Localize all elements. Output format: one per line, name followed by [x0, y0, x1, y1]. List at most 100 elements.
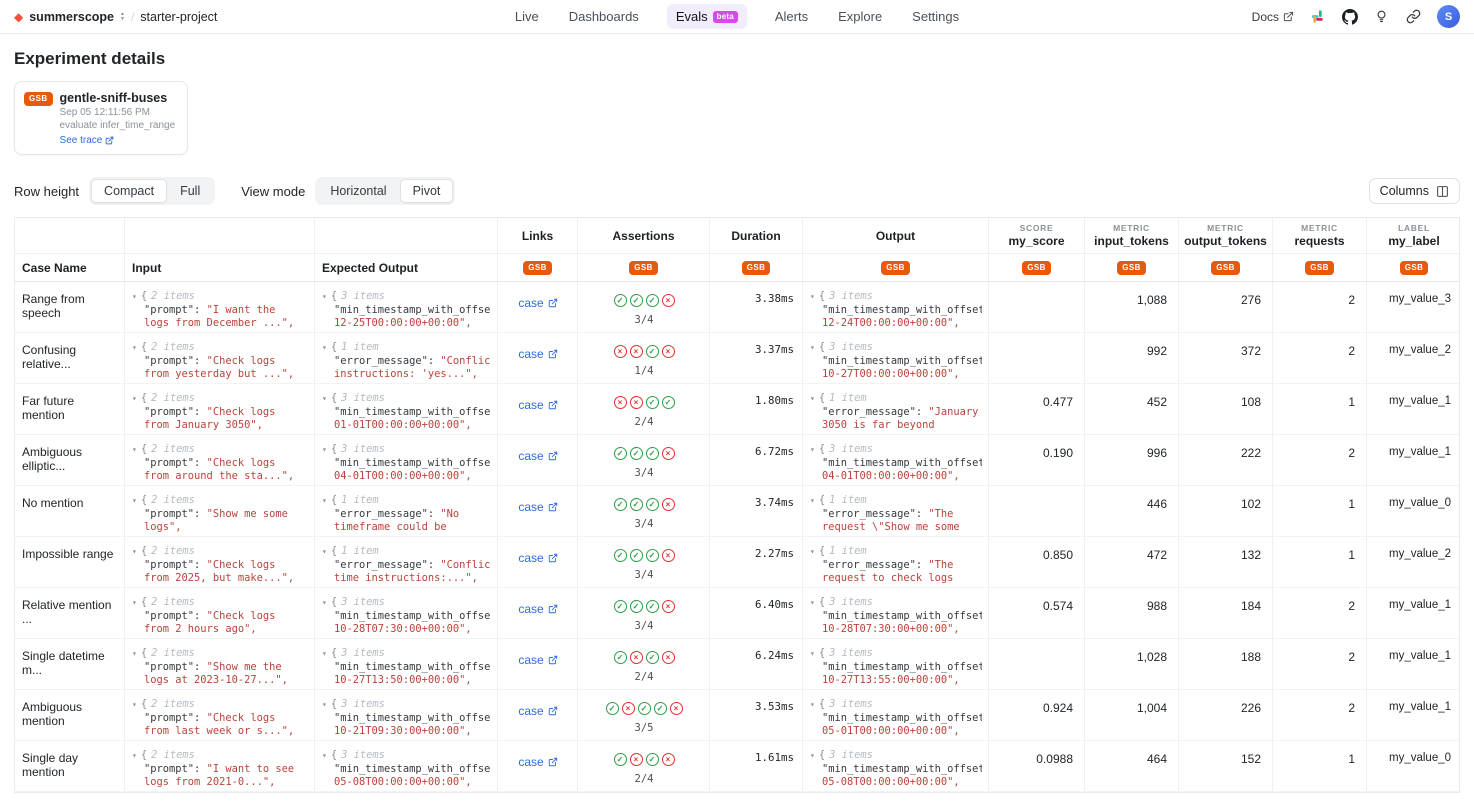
- expand-expected-icon[interactable]: ▾: [322, 752, 327, 760]
- case-link[interactable]: case: [518, 602, 557, 616]
- table-row[interactable]: Far future mention ▾ { 2 items "prompt":…: [15, 384, 1459, 435]
- nav-live[interactable]: Live: [513, 4, 541, 29]
- avatar[interactable]: S: [1437, 5, 1460, 28]
- json-value: logs from 2021-0...",: [144, 776, 275, 788]
- case-link[interactable]: case: [518, 755, 557, 769]
- expand-expected-icon[interactable]: ▾: [322, 395, 327, 403]
- link-icon[interactable]: [1405, 8, 1422, 25]
- json-key: "error_message":: [334, 559, 434, 571]
- gsb-badge[interactable]: GSB: [1400, 261, 1429, 275]
- json-value: from 2 hours ago",: [144, 623, 257, 635]
- output-tokens-cell: 188: [1179, 639, 1273, 689]
- table-row[interactable]: Relative mention ... ▾ { 2 items "prompt…: [15, 588, 1459, 639]
- gsb-badge[interactable]: GSB: [1211, 261, 1240, 275]
- nav-alerts[interactable]: Alerts: [773, 4, 810, 29]
- gsb-badge[interactable]: GSB: [742, 261, 771, 275]
- expand-input-icon[interactable]: ▾: [132, 752, 137, 760]
- view-mode-pivot-button[interactable]: Pivot: [400, 179, 454, 203]
- expand-input-icon[interactable]: ▾: [132, 446, 137, 454]
- see-trace-link[interactable]: See trace: [60, 135, 176, 146]
- requests-cell: 2: [1273, 690, 1367, 740]
- expand-expected-icon[interactable]: ▾: [322, 293, 327, 301]
- expand-expected-icon[interactable]: ▾: [322, 344, 327, 352]
- assertions-cell: ✓×✓✓× 3/5: [578, 690, 710, 740]
- nav-evals[interactable]: Evals beta: [667, 4, 747, 29]
- table-row[interactable]: Impossible range ▾ { 2 items "prompt": "…: [15, 537, 1459, 588]
- table-row[interactable]: Single day mention ▾ { 2 items "prompt":…: [15, 741, 1459, 792]
- gsb-badge[interactable]: GSB: [881, 261, 910, 275]
- expand-output-icon[interactable]: ▾: [810, 701, 815, 709]
- case-link[interactable]: case: [518, 398, 557, 412]
- expected-output-cell: ▾ { 3 items "min_timestamp_with_offset":…: [315, 639, 498, 689]
- expand-input-icon[interactable]: ▾: [132, 599, 137, 607]
- expand-input-icon[interactable]: ▾: [132, 650, 137, 658]
- columns-button-label: Columns: [1380, 184, 1429, 198]
- columns-button[interactable]: Columns: [1369, 178, 1460, 204]
- case-link[interactable]: case: [518, 500, 557, 514]
- gsb-badge[interactable]: GSB: [1305, 261, 1334, 275]
- lightbulb-icon[interactable]: [1373, 8, 1390, 25]
- expand-output-icon[interactable]: ▾: [810, 344, 815, 352]
- score-cell: 0.477: [989, 384, 1085, 434]
- expand-expected-icon[interactable]: ▾: [322, 497, 327, 505]
- json-key: "min_timestamp_with_offset":: [334, 406, 491, 418]
- expand-expected-icon[interactable]: ▾: [322, 599, 327, 607]
- row-height-segment: Compact Full: [89, 177, 215, 205]
- row-height-full-button[interactable]: Full: [167, 179, 213, 203]
- nav-dashboards[interactable]: Dashboards: [567, 4, 641, 29]
- expand-output-icon[interactable]: ▾: [810, 395, 815, 403]
- expand-expected-icon[interactable]: ▾: [322, 446, 327, 454]
- expand-output-icon[interactable]: ▾: [810, 497, 815, 505]
- expand-input-icon[interactable]: ▾: [132, 293, 137, 301]
- gsb-badge[interactable]: GSB: [523, 261, 552, 275]
- expand-output-icon[interactable]: ▾: [810, 548, 815, 556]
- expand-input-icon[interactable]: ▾: [132, 548, 137, 556]
- github-icon[interactable]: [1341, 8, 1358, 25]
- expand-input-icon[interactable]: ▾: [132, 395, 137, 403]
- expand-expected-icon[interactable]: ▾: [322, 548, 327, 556]
- table-row[interactable]: Ambiguous mention ▾ { 2 items "prompt": …: [15, 690, 1459, 741]
- table-row[interactable]: Ambiguous elliptic... ▾ { 2 items "promp…: [15, 435, 1459, 486]
- case-link[interactable]: case: [518, 704, 557, 718]
- nav-settings[interactable]: Settings: [910, 4, 961, 29]
- table-row[interactable]: Single datetime m... ▾ { 2 items "prompt…: [15, 639, 1459, 690]
- table-row[interactable]: No mention ▾ { 2 items "prompt": "Show m…: [15, 486, 1459, 537]
- table-row[interactable]: Confusing relative... ▾ { 2 items "promp…: [15, 333, 1459, 384]
- links-cell: case: [498, 384, 578, 434]
- expand-expected-icon[interactable]: ▾: [322, 701, 327, 709]
- org-name[interactable]: summerscope: [29, 10, 114, 24]
- experiment-card[interactable]: GSB gentle-sniff-buses Sep 05 12:11:56 P…: [14, 81, 188, 155]
- json-value: "The: [928, 508, 953, 520]
- nav-explore[interactable]: Explore: [836, 4, 884, 29]
- requests-cell: 1: [1273, 537, 1367, 587]
- gsb-badge[interactable]: GSB: [1117, 261, 1146, 275]
- row-height-compact-button[interactable]: Compact: [91, 179, 167, 203]
- case-link[interactable]: case: [518, 347, 557, 361]
- case-link[interactable]: case: [518, 296, 557, 310]
- org-switcher-chevrons-icon[interactable]: ▲▼: [120, 12, 125, 22]
- project-name[interactable]: starter-project: [140, 10, 217, 24]
- gsb-badge[interactable]: GSB: [629, 261, 658, 275]
- assertions-cell: ✓×✓× 2/4: [578, 639, 710, 689]
- gsb-badge[interactable]: GSB: [1022, 261, 1051, 275]
- expand-input-icon[interactable]: ▾: [132, 701, 137, 709]
- group-header-my-label: LABELmy_label: [1367, 218, 1461, 253]
- external-link-icon: [548, 757, 558, 767]
- expand-output-icon[interactable]: ▾: [810, 650, 815, 658]
- expand-output-icon[interactable]: ▾: [810, 752, 815, 760]
- expected-output-cell: ▾ { 1 item "error_message": "No timefram…: [315, 486, 498, 536]
- expand-output-icon[interactable]: ▾: [810, 446, 815, 454]
- slack-icon[interactable]: [1309, 8, 1326, 25]
- expand-output-icon[interactable]: ▾: [810, 599, 815, 607]
- json-value: "Check logs: [207, 406, 276, 418]
- expand-output-icon[interactable]: ▾: [810, 293, 815, 301]
- view-mode-horizontal-button[interactable]: Horizontal: [317, 179, 399, 203]
- case-link[interactable]: case: [518, 551, 557, 565]
- case-link[interactable]: case: [518, 449, 557, 463]
- expand-input-icon[interactable]: ▾: [132, 344, 137, 352]
- docs-link[interactable]: Docs: [1252, 10, 1294, 24]
- expand-expected-icon[interactable]: ▾: [322, 650, 327, 658]
- expand-input-icon[interactable]: ▾: [132, 497, 137, 505]
- case-link[interactable]: case: [518, 653, 557, 667]
- table-row[interactable]: Range from speech ▾ { 2 items "prompt": …: [15, 282, 1459, 333]
